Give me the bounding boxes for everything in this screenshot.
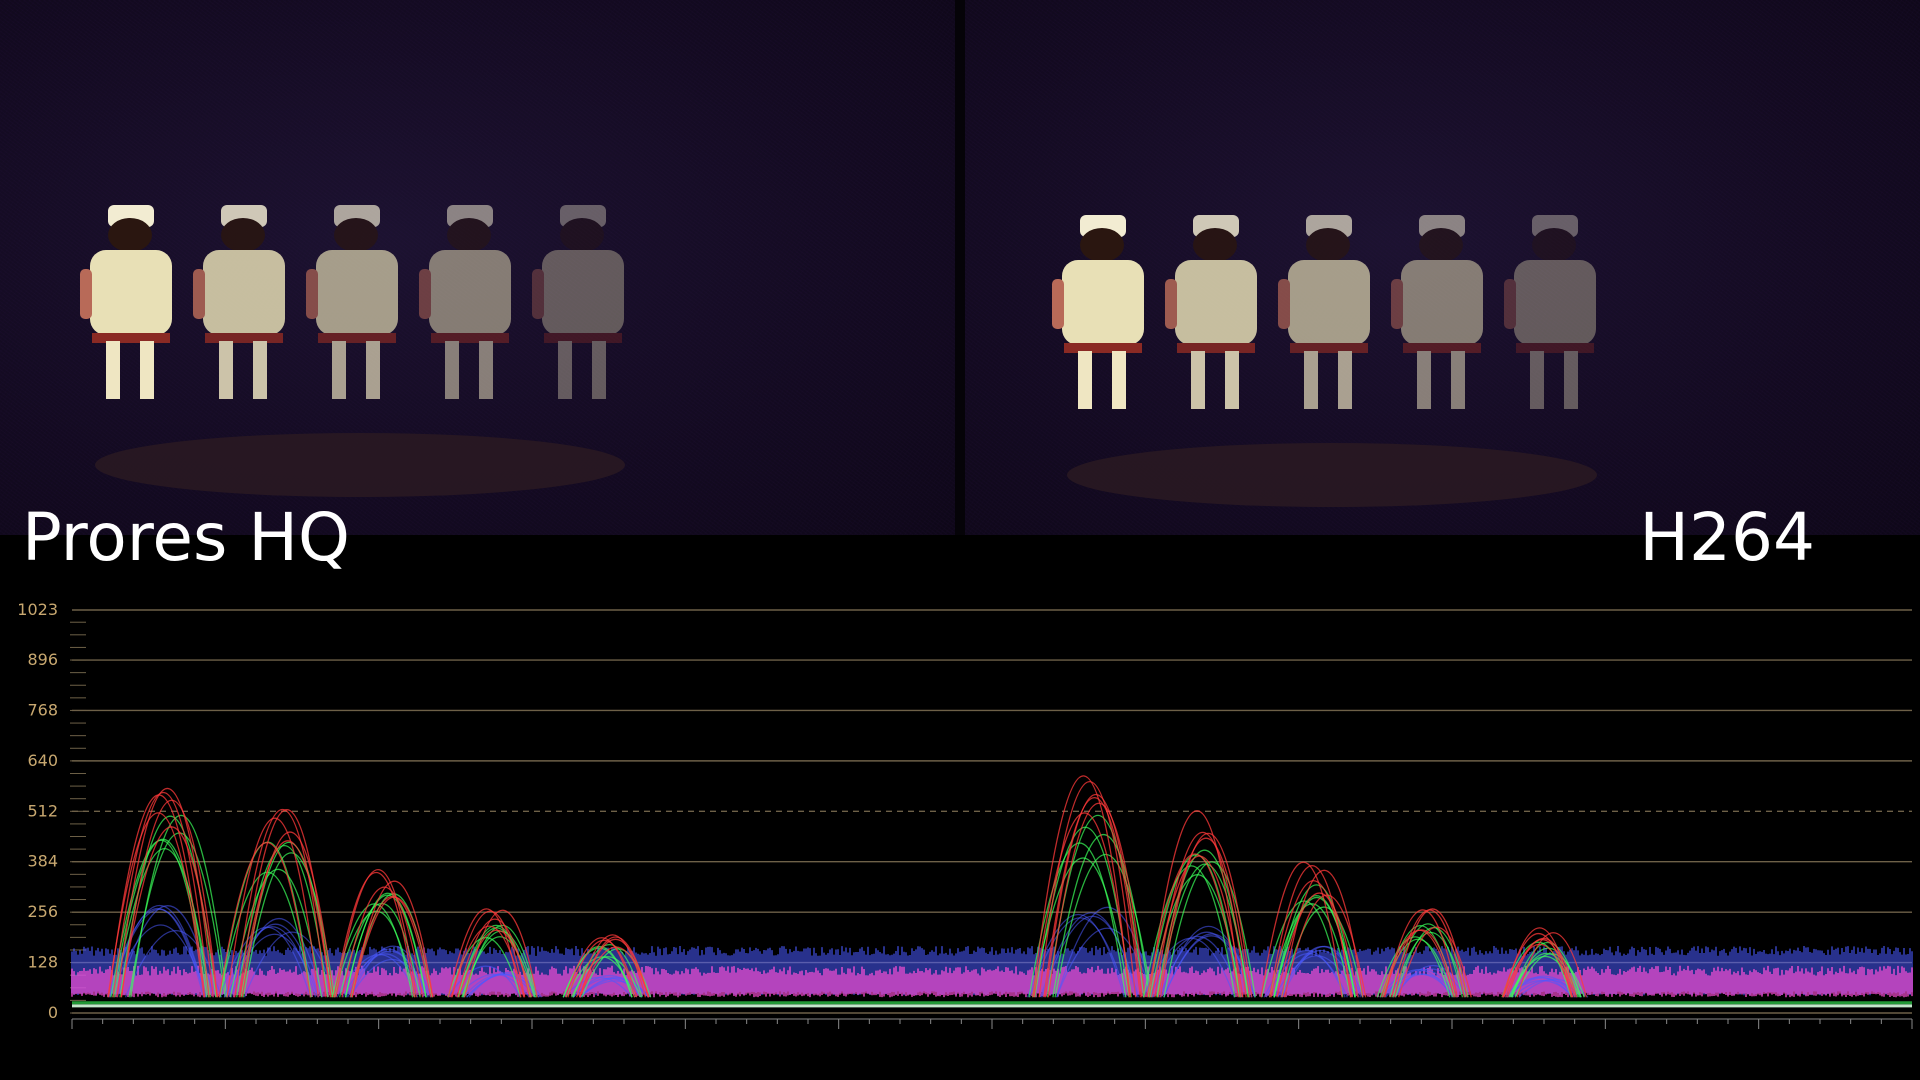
y-tick-label: 1023: [17, 600, 58, 619]
figurine: [1278, 215, 1370, 409]
figurine: [306, 205, 398, 399]
y-tick-label: 640: [27, 751, 58, 770]
h264-preview: [965, 0, 1920, 535]
figures-scene-left: [80, 205, 625, 497]
figurine: [80, 205, 172, 399]
figurine: [193, 205, 285, 399]
prores-hq-label: Prores HQ: [22, 499, 350, 576]
y-tick-label: 768: [27, 700, 58, 719]
y-tick-label: 512: [27, 801, 58, 820]
rgb-waveform-scope: 0 128 256 384 512 640 768 896 1023: [17, 600, 1913, 1029]
figurine: [532, 205, 624, 399]
figurine: [1504, 215, 1596, 409]
prores-hq-preview: [0, 0, 955, 535]
y-tick-label: 128: [27, 953, 58, 972]
figurine: [1391, 215, 1483, 409]
split-divider: [955, 0, 965, 535]
y-tick-label: 0: [48, 1003, 58, 1022]
figures-scene-right: [1052, 215, 1597, 507]
figure-base: [1067, 443, 1597, 507]
y-tick-label: 896: [27, 650, 58, 669]
y-tick-label: 384: [27, 852, 58, 871]
y-tick-label: 256: [27, 902, 58, 921]
figurine: [1052, 215, 1144, 409]
figurine: [419, 205, 511, 399]
h264-label: H264: [1639, 499, 1815, 576]
figure-base: [95, 433, 625, 497]
figurine: [1165, 215, 1257, 409]
